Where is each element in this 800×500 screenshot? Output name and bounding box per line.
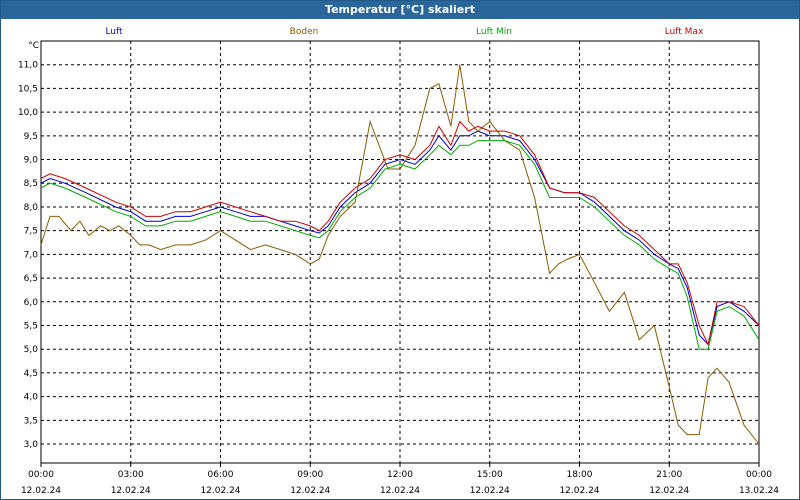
x-tick-date: 12.02.24 — [21, 486, 61, 496]
legend-boden: Boden — [290, 27, 319, 37]
x-tick-date: 12.02.24 — [111, 486, 151, 496]
y-tick-label: 3,5 — [24, 416, 38, 426]
legend-luft: Luft — [105, 27, 123, 37]
x-tick-date: 12.02.24 — [200, 486, 240, 496]
y-axis-unit: °C — [28, 41, 39, 51]
y-tick-label: 8,0 — [24, 203, 39, 213]
y-tick-label: 7,5 — [24, 227, 38, 237]
y-tick-label: 9,0 — [24, 156, 39, 166]
x-tick-date: 12.02.24 — [559, 486, 599, 496]
x-tick-time: 00:00 — [746, 470, 772, 480]
y-tick-label: 10,5 — [18, 84, 38, 94]
x-tick-time: 21:00 — [656, 470, 682, 480]
x-tick-date: 12.02.24 — [470, 486, 510, 496]
x-tick-time: 03:00 — [118, 470, 144, 480]
y-tick-label: 5,5 — [24, 321, 38, 331]
y-tick-label: 5,0 — [24, 345, 39, 355]
y-tick-label: 10,0 — [18, 108, 38, 118]
y-tick-label: 11,0 — [18, 61, 38, 71]
y-tick-label: 4,0 — [24, 393, 39, 403]
x-tick-date: 12.02.24 — [380, 486, 420, 496]
legend-luft-max: Luft Max — [665, 27, 704, 37]
y-tick-label: 6,5 — [24, 274, 38, 284]
chart-canvas: 3,0 3,5 4,0 4,5 5,0 5,5 6,0 6,5 7,0 7,5 8,0 8,5 9,0 9… — [18, 27, 779, 496]
x-tick-time: 09:00 — [297, 470, 323, 480]
chart-window: Temperatur [°C] skaliert 3,0 3,5 4,0 4,5 5,0… — [0, 0, 800, 500]
x-tick-time: 18:00 — [567, 470, 593, 480]
y-tick-label: 7,0 — [24, 250, 39, 260]
y-tick-label: 9,5 — [24, 132, 38, 142]
y-tick-label: 4,5 — [24, 369, 38, 379]
y-tick-label: 6,0 — [24, 298, 39, 308]
x-tick-time: 06:00 — [208, 470, 234, 480]
y-tick-label: 8,5 — [24, 179, 38, 189]
legend-luft-min: Luft Min — [476, 27, 512, 37]
x-tick-time: 15:00 — [477, 470, 503, 480]
x-tick-date: 12.02.24 — [290, 486, 330, 496]
x-tick-date: 13.02.24 — [739, 486, 779, 496]
x-tick-time: 00:00 — [28, 470, 54, 480]
x-tick-date: 12.02.24 — [649, 486, 689, 496]
x-tick-time: 12:00 — [387, 470, 413, 480]
y-tick-label: 3,0 — [24, 440, 39, 450]
